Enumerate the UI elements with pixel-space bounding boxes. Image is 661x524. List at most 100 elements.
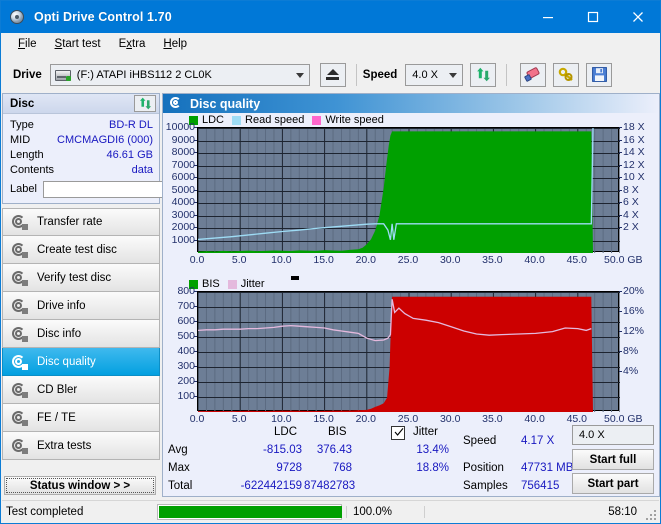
disc-arc-icon	[11, 411, 27, 425]
y-axis-tickmark	[194, 396, 197, 397]
stats-samples-label: Samples	[463, 480, 508, 492]
y2-axis-tick: 8%	[623, 345, 661, 357]
status-window-button[interactable]: Status window > >	[4, 476, 156, 495]
minimize-button[interactable]	[525, 1, 570, 33]
y2-axis-tickmark	[619, 190, 622, 191]
x-axis-tick: 25.0	[393, 254, 423, 266]
chevron-down-icon	[449, 73, 457, 78]
eraser-icon	[525, 68, 542, 82]
sidebar-item-label: Disc quality	[37, 356, 96, 368]
start-full-button[interactable]: Start full	[572, 449, 654, 470]
y-axis-tickmark	[194, 306, 197, 307]
y-axis-tickmark	[194, 351, 197, 352]
plot-area	[197, 291, 619, 411]
legend-swatch	[228, 280, 237, 289]
disc-arc-icon	[11, 327, 27, 341]
close-button[interactable]	[615, 1, 660, 33]
x-axis-tick: 15.0	[309, 254, 339, 266]
drive-select-value: (F:) ATAPI iHBS112 2 CL0K	[77, 69, 212, 81]
disc-refresh-button[interactable]	[134, 95, 156, 112]
jitter-checkbox[interactable]	[391, 426, 405, 440]
test-speed-select[interactable]: 4.0 X	[572, 425, 654, 445]
y2-axis-tickmark	[619, 311, 622, 312]
tools-button[interactable]	[553, 63, 579, 87]
window-title: Opti Drive Control 1.70	[34, 10, 172, 24]
stats-speed-label: Speed	[463, 435, 496, 447]
y2-axis-tick: 4 X	[623, 209, 661, 221]
sidebar-item-label: FE / TE	[37, 412, 76, 424]
y2-axis-tickmark	[619, 351, 622, 352]
sidebar-item-fe-te[interactable]: FE / TE	[2, 404, 160, 432]
y-axis-tickmark	[194, 177, 197, 178]
y-axis-tickmark	[194, 240, 197, 241]
bis-chart-legend: BIS Jitter	[163, 277, 659, 291]
stats-jitter-max: 18.8%	[401, 462, 449, 474]
disc-row-key: MID	[10, 134, 30, 146]
resize-grip-icon[interactable]	[646, 510, 656, 520]
disc-row-key: Type	[10, 119, 34, 131]
y-axis-tick: 700	[135, 300, 195, 312]
y2-axis-tick: 6 X	[623, 196, 661, 208]
stats-row-label-max: Max	[168, 462, 190, 474]
y2-axis-tickmark	[619, 331, 622, 332]
menu-file[interactable]: File	[9, 36, 46, 52]
x-axis-tick: 20.0	[351, 254, 381, 266]
menu-file-rest: ile	[25, 38, 37, 50]
sidebar-item-label: CD Bler	[37, 384, 77, 396]
y-axis-tickmark	[194, 140, 197, 141]
y2-axis-tick: 12%	[623, 325, 661, 337]
progress-percent: 100.0%	[346, 506, 424, 518]
stats-position-label: Position	[463, 462, 504, 474]
y-axis-tickmark	[194, 215, 197, 216]
disc-quality-icon	[170, 97, 184, 110]
speed-select[interactable]: 4.0 X	[405, 64, 463, 86]
page-title: Disc quality	[190, 97, 260, 111]
y2-axis-tickmark	[619, 152, 622, 153]
y2-axis-tick: 16 X	[623, 134, 661, 146]
x-axis-tick: 45.0	[562, 254, 592, 266]
sidebar-item-extra-tests[interactable]: Extra tests	[2, 432, 160, 460]
toolbar-divider-2	[506, 64, 507, 86]
plot-area	[197, 127, 619, 252]
drive-select[interactable]: (F:) ATAPI iHBS112 2 CL0K	[50, 64, 310, 86]
check-icon	[394, 427, 404, 437]
y2-axis-tick: 20%	[623, 285, 661, 297]
y2-axis-tickmark	[619, 215, 622, 216]
save-button[interactable]	[586, 63, 612, 87]
legend-item: Jitter	[228, 278, 265, 290]
y-axis-tickmark	[194, 165, 197, 166]
y-axis-tick: 800	[135, 285, 195, 297]
menu-help[interactable]: Help	[154, 36, 196, 52]
stats-position-value: 47731 MB	[521, 462, 573, 474]
y2-axis-tick: 4%	[623, 365, 661, 377]
x-axis-tick: 30.0	[435, 254, 465, 266]
speed-select-value: 4.0 X	[412, 69, 438, 81]
menu-extra[interactable]: Extra	[110, 36, 155, 52]
start-part-button[interactable]: Start part	[572, 473, 654, 494]
refresh-button[interactable]	[470, 63, 496, 87]
y2-axis-tick: 16%	[623, 305, 661, 317]
stats-header-bis: BIS	[328, 426, 347, 438]
y-axis-tickmark	[194, 190, 197, 191]
stats-ldc-max: 9728	[218, 462, 302, 474]
menu-start-test[interactable]: Start test	[46, 36, 110, 52]
menu-extra-rest: tra	[132, 38, 145, 50]
y-axis-tick: 500	[135, 330, 195, 342]
disc-arc-icon	[11, 383, 27, 397]
disc-arc-icon	[11, 215, 27, 229]
stats-ldc-total: -622442159	[200, 480, 302, 492]
erase-button[interactable]	[520, 63, 546, 87]
y2-axis-tickmark	[619, 371, 622, 372]
stats-speed-value: 4.17 X	[521, 435, 554, 447]
y-axis-tick: 200	[135, 375, 195, 387]
sidebar-item-label: Drive info	[37, 300, 86, 312]
maximize-button[interactable]	[570, 1, 615, 33]
y2-axis-tickmark	[619, 202, 622, 203]
statistics-panel: LDC BIS Jitter Avg Max Total -815.03 972…	[163, 423, 659, 496]
disc-row-key: Length	[10, 149, 44, 161]
menu-help-rest: elp	[172, 38, 187, 50]
x-axis-tick: 50.0 GB	[604, 254, 658, 266]
eject-button[interactable]	[320, 63, 346, 87]
y-axis-tick: 6000	[135, 171, 195, 183]
y-axis-tickmark	[194, 152, 197, 153]
